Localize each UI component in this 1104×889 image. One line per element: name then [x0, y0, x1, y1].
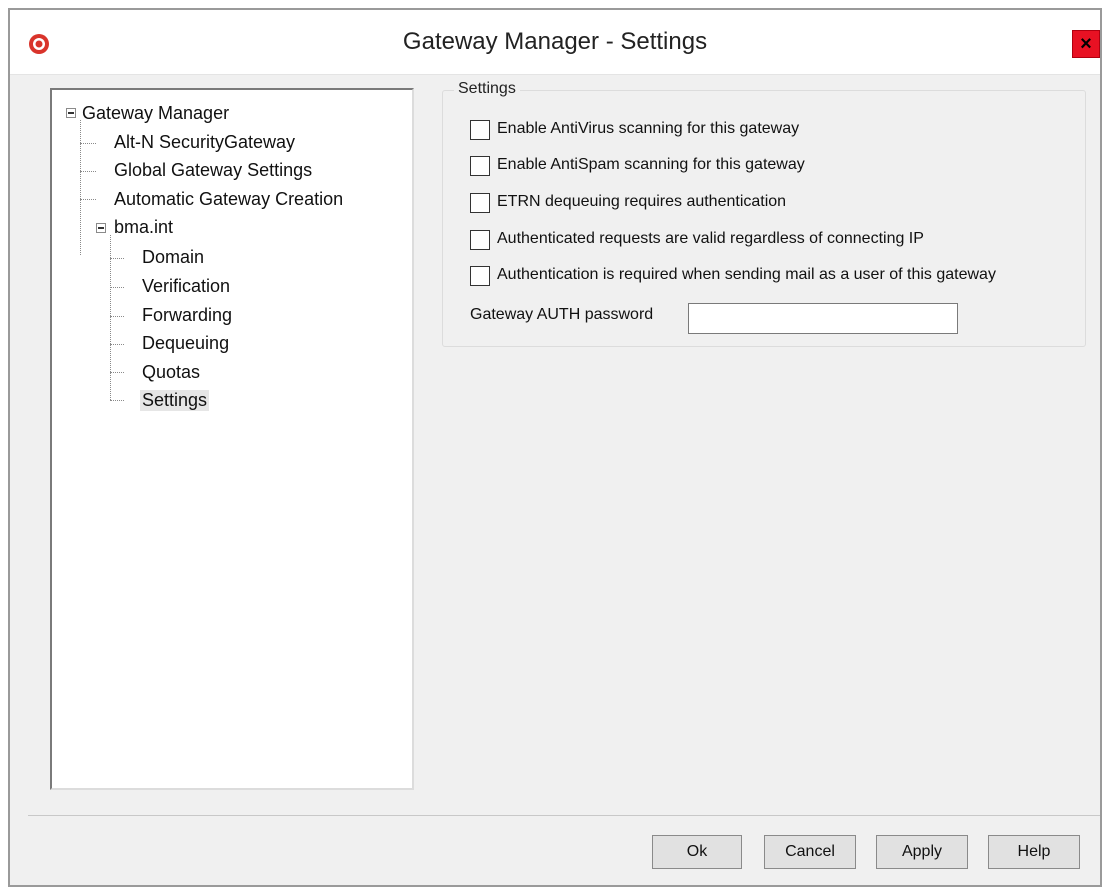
etrn-label[interactable]: ETRN dequeuing requires authentication: [497, 193, 786, 211]
tree-item-dequeuing[interactable]: Dequeuing: [142, 333, 229, 354]
tree-item-settings[interactable]: Settings: [140, 390, 210, 411]
title-bar: Gateway Manager - Settings ×: [10, 10, 1100, 75]
etrn-checkbox[interactable]: [470, 193, 490, 213]
tree-item-forwarding[interactable]: Forwarding: [142, 305, 232, 326]
apply-button[interactable]: Apply: [876, 835, 968, 869]
tree-item-bma-int[interactable]: bma.int: [114, 217, 173, 238]
settings-dialog: Gateway Manager - Settings × Gateway Man…: [8, 8, 1102, 887]
collapse-gateway-manager-icon[interactable]: [66, 108, 76, 118]
close-button[interactable]: ×: [1072, 30, 1100, 58]
auth-password-label: Gateway AUTH password: [470, 306, 654, 323]
antivirus-checkbox[interactable]: [470, 120, 490, 140]
tree-item-alt-n-securitygateway[interactable]: Alt-N SecurityGateway: [114, 132, 295, 153]
tree-item-domain[interactable]: Domain: [142, 247, 204, 268]
tree-item-verification[interactable]: Verification: [142, 276, 230, 297]
tree-item-global-gateway-settings[interactable]: Global Gateway Settings: [114, 160, 312, 181]
navigation-tree: Gateway Manager Alt-N SecurityGateway Gl…: [50, 88, 414, 790]
antispam-label[interactable]: Enable AntiSpam scanning for this gatewa…: [497, 156, 805, 174]
ok-button[interactable]: Ok: [652, 835, 742, 869]
tree-item-gateway-manager[interactable]: Gateway Manager: [82, 103, 229, 124]
bottom-divider: [28, 815, 1100, 816]
antivirus-label[interactable]: Enable AntiVirus scanning for this gatew…: [497, 120, 799, 138]
window-title: Gateway Manager - Settings: [402, 28, 708, 55]
auth-password-field[interactable]: [688, 303, 958, 334]
tree-item-quotas[interactable]: Quotas: [142, 362, 200, 383]
settings-group-label: Settings: [454, 80, 520, 98]
help-button[interactable]: Help: [988, 835, 1080, 869]
collapse-bma-int-icon[interactable]: [96, 223, 106, 233]
auth-required-label[interactable]: Authentication is required when sending …: [497, 266, 996, 284]
tree-item-automatic-gateway-creation[interactable]: Automatic Gateway Creation: [114, 189, 343, 210]
cancel-button[interactable]: Cancel: [764, 835, 856, 869]
auth-required-checkbox[interactable]: [470, 266, 490, 286]
auth-ip-label[interactable]: Authenticated requests are valid regardl…: [497, 230, 924, 248]
antispam-checkbox[interactable]: [470, 156, 490, 176]
auth-ip-checkbox[interactable]: [470, 230, 490, 250]
